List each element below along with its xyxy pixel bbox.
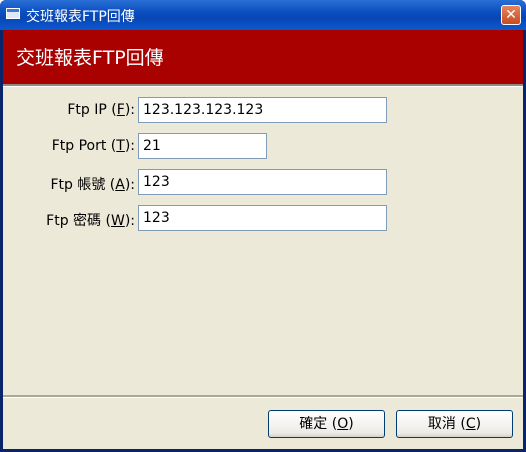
page-title: 交班報表FTP回傳 [16, 47, 164, 69]
ftp-port-row: Ftp Port (T): [3, 133, 523, 159]
ftp-ip-input[interactable] [138, 97, 387, 123]
cancel-button[interactable]: 取消 (C) [396, 410, 513, 438]
close-icon: ✕ [505, 7, 517, 23]
ok-button[interactable]: 確定 (O) [268, 410, 385, 438]
ftp-password-row: Ftp 密碼 (W): [3, 205, 523, 231]
header-banner: 交班報表FTP回傳 [3, 30, 523, 84]
ftp-password-label: Ftp 密碼 (W): [46, 213, 135, 229]
title-bar[interactable]: 交班報表FTP回傳 ✕ [0, 0, 526, 30]
ftp-account-row: Ftp 帳號 (A): [3, 169, 523, 195]
window-title: 交班報表FTP回傳 [26, 9, 135, 25]
close-button[interactable]: ✕ [501, 5, 521, 25]
ftp-port-label: Ftp Port (T): [51, 138, 135, 154]
footer-divider [3, 395, 523, 398]
dialog-client: 交班報表FTP回傳 Ftp IP (F): Ftp Port (T): Ftp … [3, 30, 523, 449]
dialog-window: 交班報表FTP回傳 ✕ 交班報表FTP回傳 Ftp IP (F): Ftp Po… [0, 0, 526, 452]
ftp-account-label: Ftp 帳號 (A): [50, 177, 135, 193]
ftp-ip-label: Ftp IP (F): [67, 102, 135, 118]
window-icon [6, 8, 20, 19]
ftp-account-input[interactable] [138, 169, 387, 195]
ftp-password-input[interactable] [138, 205, 387, 231]
header-divider [3, 84, 523, 87]
ftp-ip-row: Ftp IP (F): [3, 97, 523, 123]
ftp-port-input[interactable] [138, 133, 267, 159]
